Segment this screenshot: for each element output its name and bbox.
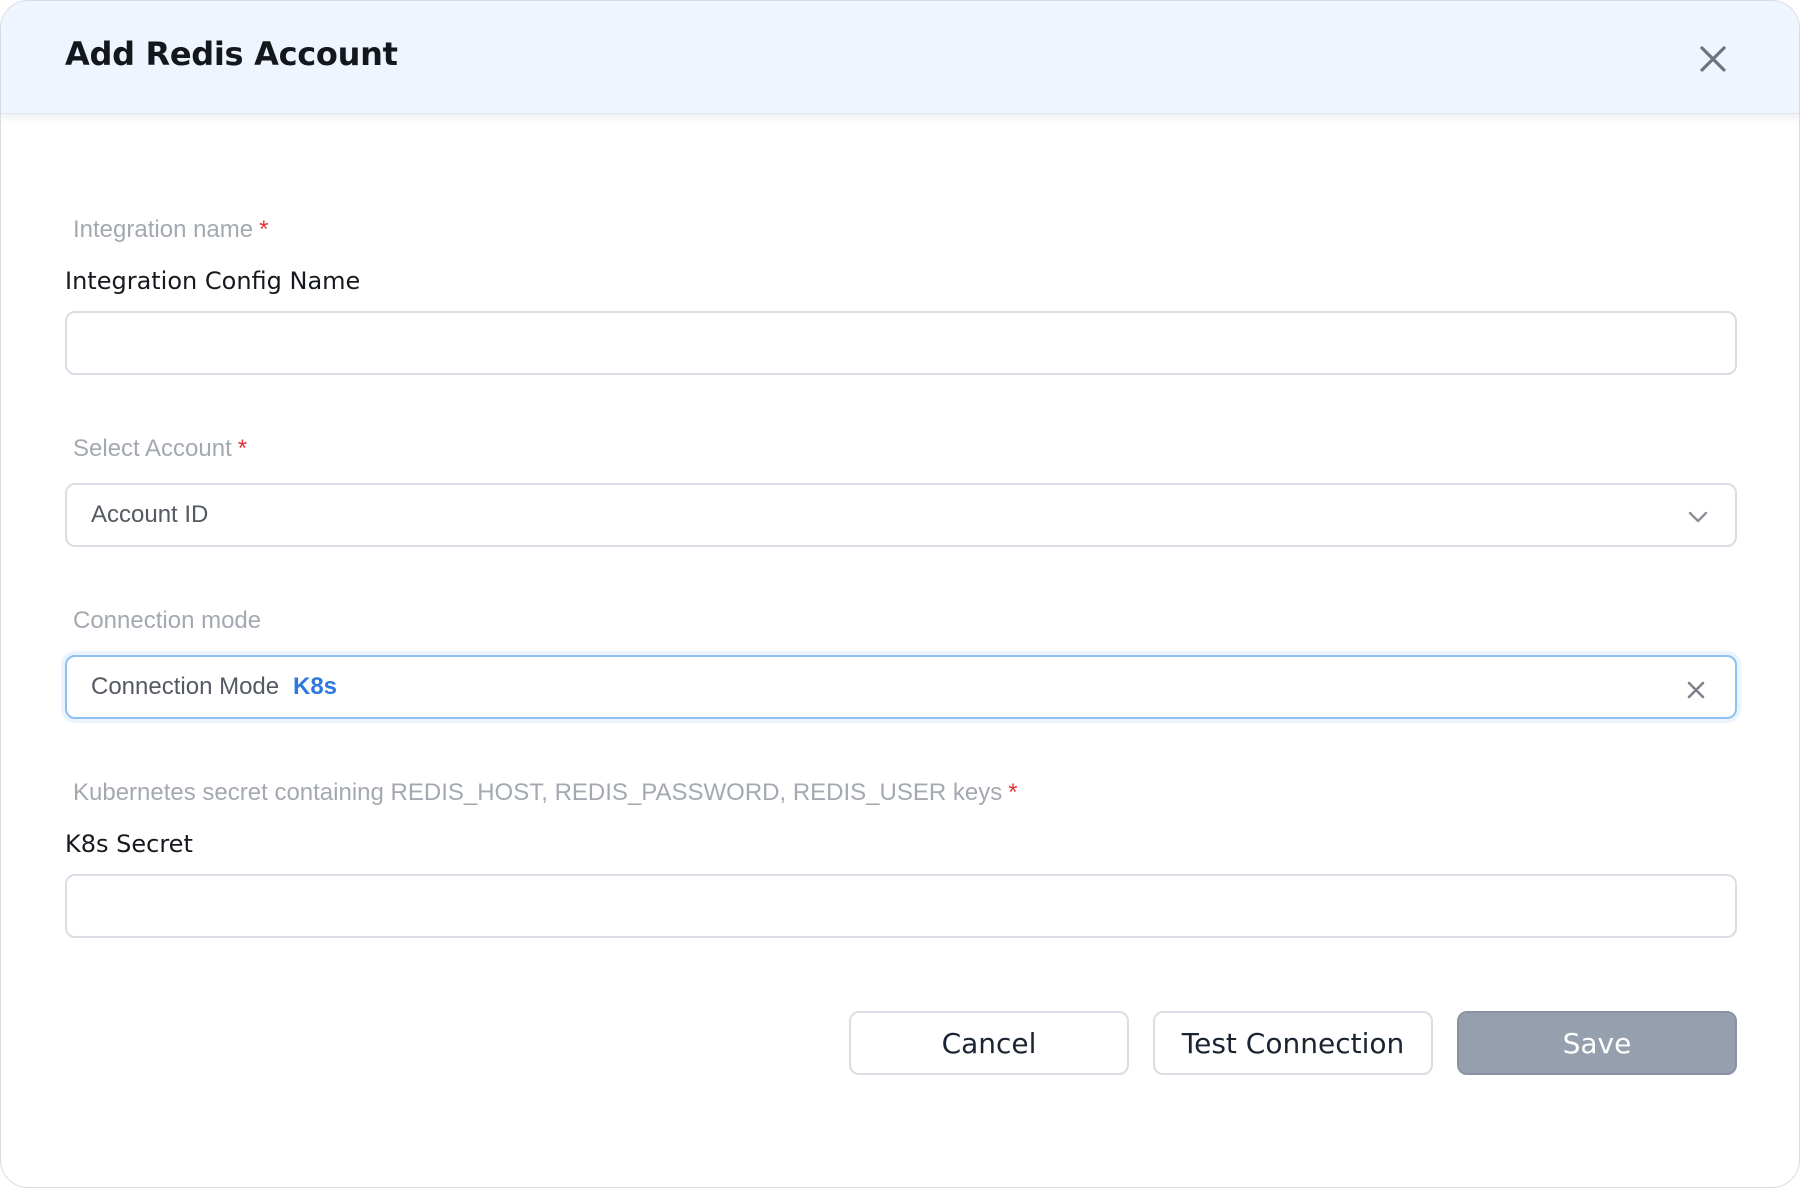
dialog-header: Add Redis Account bbox=[1, 1, 1799, 114]
required-marker: * bbox=[259, 216, 269, 243]
integration-config-name-label: Integration Config Name bbox=[65, 267, 361, 295]
connection-mode-label: Connection Mode bbox=[91, 673, 280, 700]
k8s-secret-hint-text: Kubernetes secret containing REDIS_HOST,… bbox=[73, 779, 1003, 806]
test-connection-button[interactable]: Test Connection bbox=[1153, 1011, 1433, 1075]
dialog-title: Add Redis Account bbox=[65, 35, 398, 73]
integration-config-name-field[interactable] bbox=[65, 311, 1737, 375]
k8s-secret-input[interactable] bbox=[67, 876, 1735, 936]
required-marker: * bbox=[237, 435, 248, 462]
account-select-value: Account ID bbox=[91, 501, 209, 528]
integration-config-name-input[interactable] bbox=[67, 313, 1735, 373]
k8s-secret-label: K8s Secret bbox=[65, 830, 193, 858]
integration-name-hint: Integration name * bbox=[73, 216, 268, 244]
close-button[interactable] bbox=[1691, 37, 1735, 81]
connection-mode-value: K8s bbox=[293, 673, 338, 700]
save-button[interactable]: Save bbox=[1457, 1011, 1737, 1075]
k8s-secret-field[interactable] bbox=[65, 874, 1737, 938]
clear-icon[interactable] bbox=[1683, 677, 1709, 703]
select-account-hint: Select Account * bbox=[73, 435, 247, 463]
add-redis-account-dialog: Add Redis Account Integration name * Inte… bbox=[0, 0, 1800, 1188]
required-marker: * bbox=[1008, 779, 1018, 806]
connection-mode-hint: Connection mode bbox=[73, 607, 262, 634]
select-account-hint-text: Select Account bbox=[73, 435, 232, 462]
chevron-down-icon bbox=[1688, 511, 1708, 523]
cancel-button[interactable]: Cancel bbox=[849, 1011, 1129, 1075]
integration-name-hint-text: Integration name bbox=[73, 216, 254, 243]
account-select[interactable]: Account ID bbox=[65, 483, 1737, 547]
k8s-secret-hint: Kubernetes secret containing REDIS_HOST,… bbox=[73, 779, 1018, 807]
connection-mode-select[interactable]: Connection Mode K8s bbox=[65, 655, 1737, 719]
close-icon bbox=[1700, 46, 1726, 72]
